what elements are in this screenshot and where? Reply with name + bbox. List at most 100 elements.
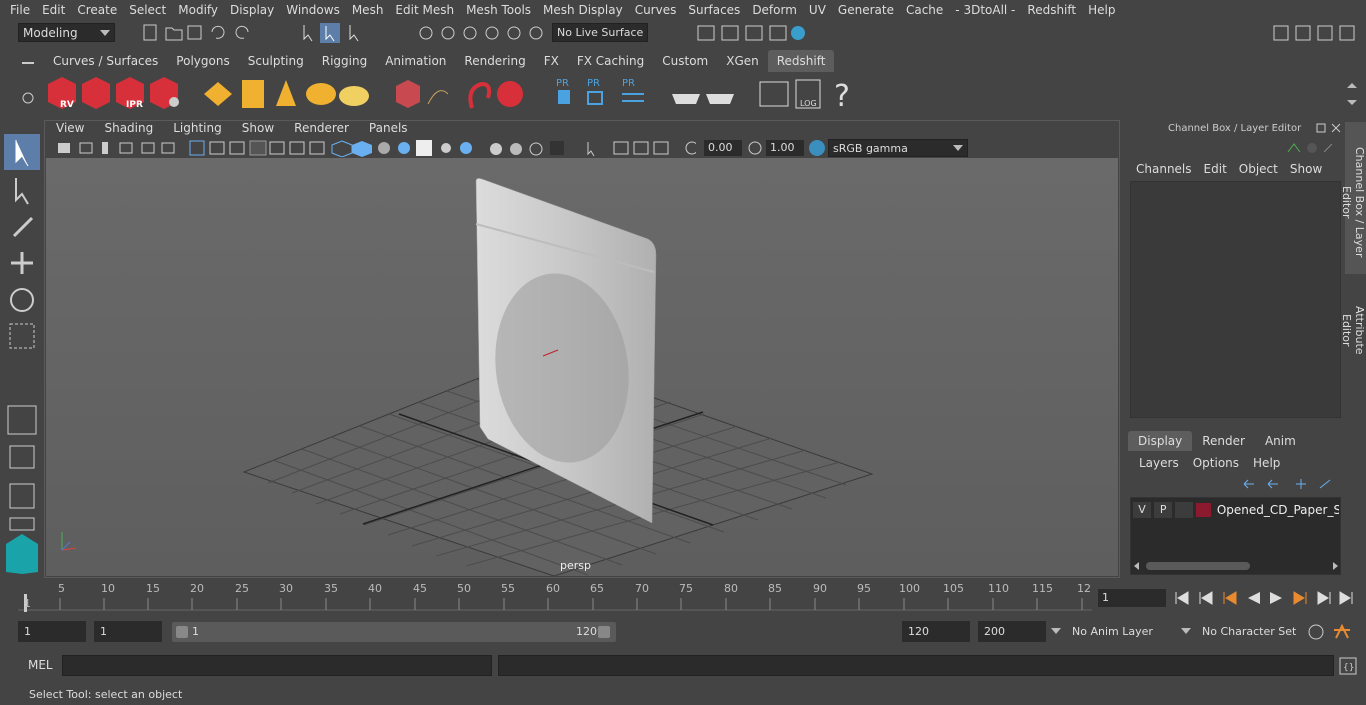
layer-color-swatch[interactable] [1196, 503, 1211, 517]
grease-pencil-icon[interactable] [161, 142, 175, 154]
hypershade-icon[interactable] [791, 26, 805, 40]
scene-view[interactable] [46, 158, 1118, 576]
tab-fx[interactable]: FX [535, 50, 568, 72]
xray-icon[interactable] [613, 141, 629, 155]
viewport-canvas[interactable] [46, 158, 1118, 576]
snap-curve-icon[interactable] [441, 26, 455, 40]
chevron-down-icon[interactable] [1050, 626, 1062, 636]
redshift-ipr-icon[interactable]: IPR [116, 77, 144, 110]
viewport-menu-shading[interactable]: Shading [94, 121, 163, 137]
exposure-field[interactable]: 0.00 [704, 140, 742, 156]
redshift-script-editor-icon[interactable] [759, 81, 789, 107]
safe-title-icon[interactable] [309, 141, 325, 155]
menu-cache[interactable]: Cache [900, 3, 949, 17]
layout-graph-icon[interactable] [9, 517, 35, 531]
viewport-menu-lighting[interactable]: Lighting [163, 121, 232, 137]
step-forward-key-icon[interactable] [1317, 591, 1331, 605]
xray-joints-icon[interactable] [633, 141, 649, 155]
redshift-render-sequence-icon[interactable] [82, 77, 110, 109]
safe-action-icon[interactable] [289, 141, 305, 155]
scale-tool-icon[interactable] [9, 323, 35, 349]
viewport-menu-show[interactable]: Show [232, 121, 284, 137]
xray-components-icon[interactable] [653, 141, 669, 155]
exposure-icon[interactable] [685, 141, 696, 155]
script-language-toggle[interactable]: MEL [28, 658, 53, 672]
render-view-icon[interactable] [697, 25, 715, 41]
shelf-menu-icon[interactable] [22, 62, 34, 64]
resolution-gate-icon[interactable] [229, 141, 245, 155]
select-by-hierarchy-icon[interactable] [303, 25, 313, 42]
tab-anim[interactable]: Anim [1255, 431, 1306, 451]
snap-view-plane-icon[interactable] [485, 26, 499, 40]
live-surface-field[interactable]: No Live Surface [552, 23, 648, 42]
tab-xgen[interactable]: XGen [717, 50, 768, 72]
motion-blur-icon[interactable] [510, 143, 522, 155]
le-menu-help[interactable]: Help [1246, 456, 1287, 470]
viewport-menu-panels[interactable]: Panels [359, 121, 418, 137]
animation-end-field[interactable]: 200 [978, 621, 1046, 642]
redshift-log-icon[interactable]: LOG [795, 79, 821, 109]
menu-file[interactable]: File [4, 3, 36, 17]
shadows-icon[interactable] [460, 142, 472, 154]
menu-modify[interactable]: Modify [172, 3, 224, 17]
menu-3dtoall[interactable]: - 3DtoAll - [949, 3, 1021, 17]
side-tab-attribute-editor[interactable]: Attribute Editor [1340, 282, 1366, 372]
tab-polygons[interactable]: Polygons [167, 50, 238, 72]
layer-visibility-toggle[interactable]: V [1133, 502, 1152, 518]
channel-box-area[interactable] [1130, 181, 1341, 418]
redshift-bake-set-icon[interactable] [706, 94, 734, 104]
step-back-frame-icon[interactable] [1223, 591, 1237, 605]
menu-mesh-tools[interactable]: Mesh Tools [460, 3, 537, 17]
menu-display[interactable]: Display [224, 3, 280, 17]
new-scene-icon[interactable] [143, 24, 157, 41]
color-space-dropdown[interactable]: sRGB gamma [828, 139, 968, 157]
camera-attributes-icon[interactable] [58, 143, 70, 153]
menu-redshift[interactable]: Redshift [1021, 3, 1082, 17]
new-layer-icon[interactable] [1296, 479, 1306, 489]
redshift-area-light-icon[interactable] [204, 82, 232, 106]
snap-point-icon[interactable] [463, 26, 477, 40]
bookmark-icon[interactable] [102, 142, 108, 154]
gamma-field[interactable]: 1.00 [766, 140, 804, 156]
range-slider[interactable]: 1 120 [172, 622, 616, 642]
tab-fx-caching[interactable]: FX Caching [568, 50, 653, 72]
tab-custom[interactable]: Custom [653, 50, 717, 72]
isolate-select-icon[interactable] [587, 142, 595, 157]
sync-icon[interactable] [1307, 143, 1317, 153]
redshift-proxy-icon[interactable] [396, 80, 420, 108]
redshift-dome-light-icon[interactable] [306, 83, 336, 105]
redshift-render-settings-icon[interactable] [150, 77, 179, 109]
redshift-help-icon[interactable]: ? [834, 79, 850, 114]
chevron-down-icon[interactable] [1180, 626, 1192, 636]
field-chart-icon[interactable] [269, 141, 285, 155]
redshift-matte-properties-icon[interactable]: PR [622, 78, 644, 102]
ambient-occlusion-icon[interactable] [490, 143, 502, 155]
redshift-sun-sky-icon[interactable] [339, 86, 369, 106]
camera-bookmark-icon[interactable] [79, 142, 93, 154]
smooth-shading-icon[interactable] [352, 141, 372, 157]
save-scene-icon[interactable] [187, 25, 202, 40]
float-panel-icon[interactable] [1316, 123, 1326, 133]
tab-rendering[interactable]: Rendering [455, 50, 534, 72]
redshift-material-icon[interactable] [497, 81, 523, 107]
cb-menu-channels[interactable]: Channels [1130, 162, 1198, 176]
animation-start-field[interactable]: 1 [18, 621, 86, 642]
redshift-object-properties-icon[interactable]: PR [556, 78, 570, 104]
select-by-component-icon[interactable] [349, 25, 359, 42]
side-tab-channel-box[interactable]: Channel Box / Layer Editor [1340, 122, 1366, 274]
shelf-settings-gear-icon[interactable] [22, 92, 34, 104]
range-slider-end-handle[interactable] [598, 626, 610, 638]
character-controls-icon[interactable] [1295, 25, 1311, 41]
playback-start-field[interactable]: 1 [94, 621, 162, 642]
channel-box-toggle-icon[interactable] [1339, 25, 1355, 41]
new-layer-selected-icon[interactable] [1319, 479, 1331, 489]
layer-playback-toggle[interactable]: P [1154, 502, 1173, 518]
redshift-portal-light-icon[interactable] [242, 80, 264, 108]
undo-icon[interactable] [211, 25, 225, 39]
gate-mask-icon[interactable] [249, 140, 267, 156]
tab-rigging[interactable]: Rigging [313, 50, 376, 72]
script-editor-icon[interactable]: {} [1338, 656, 1358, 676]
le-menu-layers[interactable]: Layers [1132, 456, 1186, 470]
tab-display[interactable]: Display [1128, 431, 1193, 451]
paint-select-tool-icon[interactable] [12, 216, 34, 238]
